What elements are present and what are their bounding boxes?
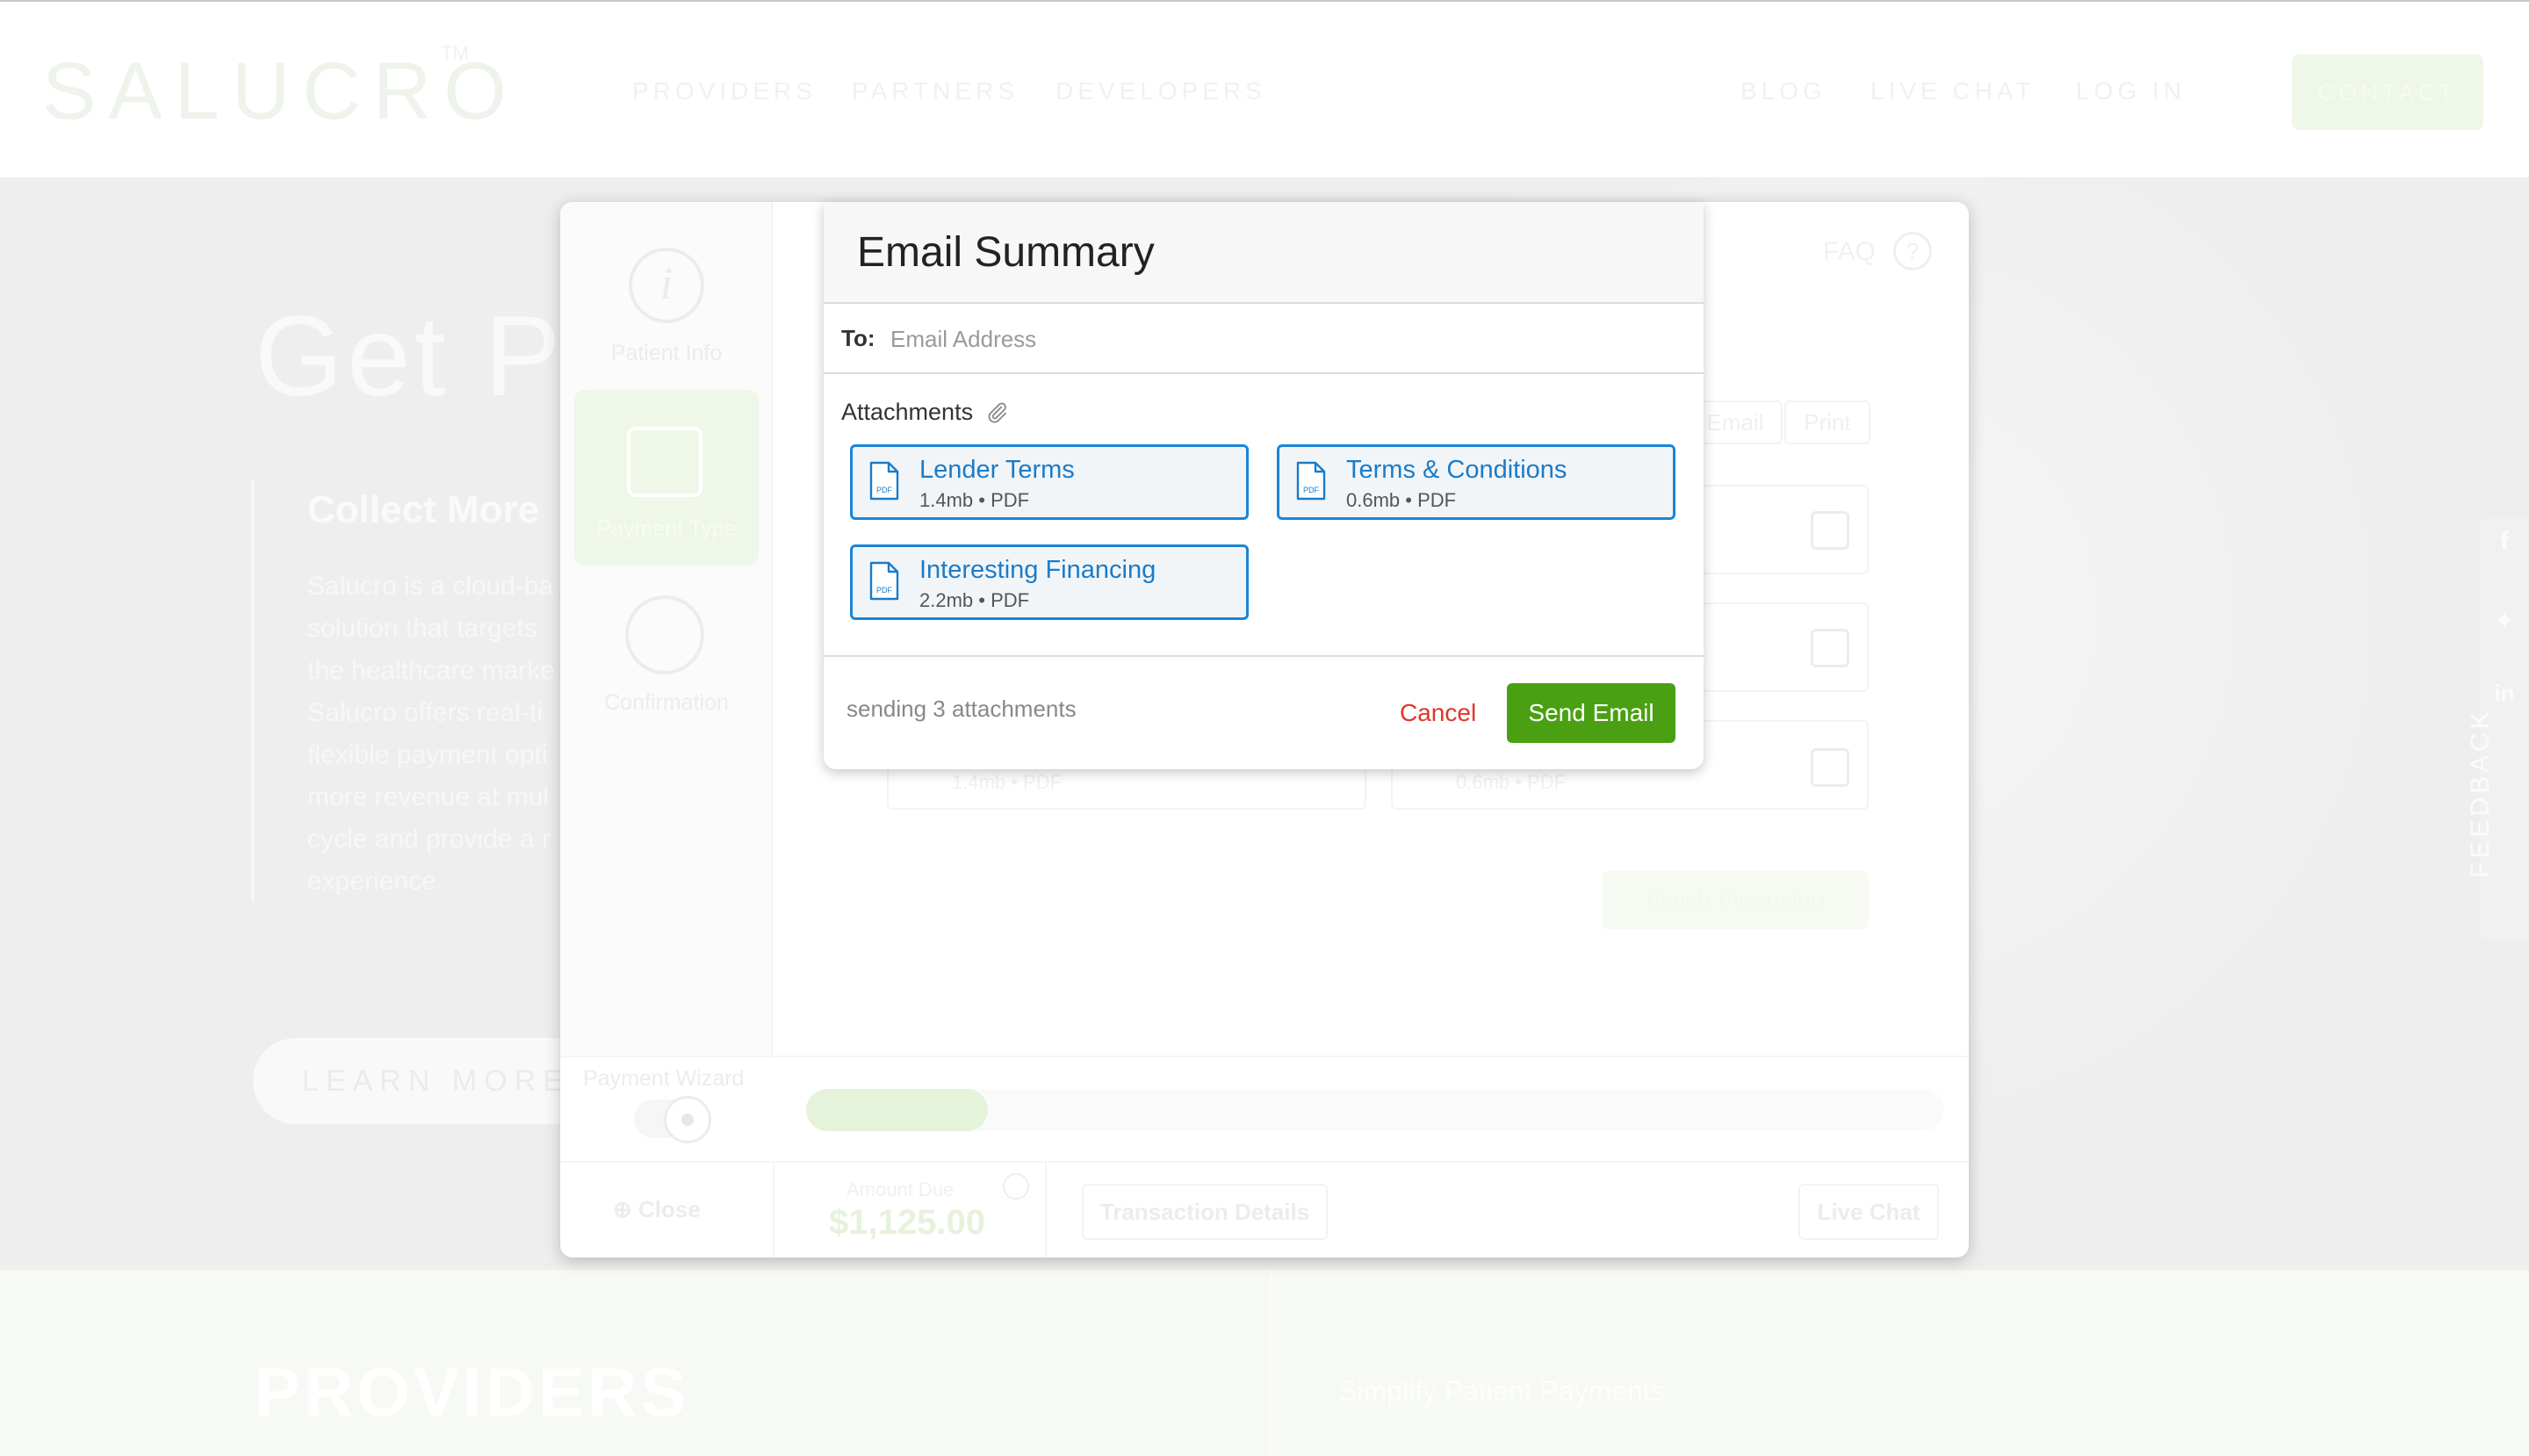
- facebook-icon[interactable]: f: [2482, 527, 2527, 557]
- payment-wizard-label: Payment Wizard: [583, 1066, 745, 1091]
- progress-fill: [806, 1089, 988, 1131]
- faq-link[interactable]: FAQ: [1823, 237, 1876, 267]
- print-button[interactable]: Print: [1784, 400, 1870, 444]
- close-label: Close: [638, 1196, 701, 1222]
- step-patient-info[interactable]: Patient Info: [560, 341, 773, 366]
- hero-subtitle: Collect More: [307, 488, 540, 531]
- nav-partners[interactable]: PARTNERS: [852, 77, 1019, 105]
- checkbox-icon[interactable]: [1811, 511, 1849, 550]
- pdf-file-icon: PDF: [869, 561, 899, 601]
- to-label: To:: [841, 325, 875, 351]
- step-payment-type[interactable]: Payment Type: [560, 516, 773, 542]
- dialog-title: Email Summary: [857, 229, 1155, 276]
- pdf-file-icon: PDF: [869, 461, 899, 501]
- attachment-meta: 2.2mb • PDF: [919, 589, 1030, 611]
- info-icon[interactable]: [1003, 1173, 1029, 1200]
- providers-divider: [1270, 1270, 1272, 1456]
- trademark-mark: TM: [441, 42, 469, 64]
- twitter-icon[interactable]: ✦: [2482, 606, 2527, 637]
- finish-financing-button[interactable]: Finish Financing: [1602, 871, 1869, 929]
- help-icon[interactable]: ?: [1893, 232, 1932, 270]
- pdf-file-icon: PDF: [1296, 461, 1326, 501]
- footer-divider: [773, 1161, 775, 1258]
- attachments-label: Attachments: [841, 399, 974, 425]
- paperclip-icon: [988, 402, 1006, 423]
- attachment-meta: 0.6mb • PDF: [1346, 489, 1457, 511]
- info-icon: i: [629, 248, 704, 323]
- email-address-input[interactable]: [882, 313, 1672, 365]
- pdf-badge: PDF: [1303, 486, 1320, 494]
- attachment-card-interesting-financing[interactable]: PDF Interesting Financing 2.2mb • PDF: [850, 544, 1249, 620]
- wizard-doc-meta: 0.6mb • PDF: [1456, 771, 1567, 793]
- send-email-button[interactable]: Send Email: [1507, 683, 1675, 743]
- wizard-doc-meta: 1.4mb • PDF: [952, 771, 1063, 793]
- sending-status: sending 3 attachments: [847, 696, 1077, 722]
- attachment-name: Terms & Conditions: [1346, 456, 1567, 484]
- providers-subtitle: Simplify Patient Payments: [1338, 1375, 1665, 1407]
- live-chat-button[interactable]: Live Chat: [1798, 1184, 1939, 1240]
- nav-log-in[interactable]: LOG IN: [2076, 77, 2186, 105]
- cancel-button[interactable]: Cancel: [1400, 699, 1476, 727]
- footer-divider: [1045, 1161, 1047, 1258]
- close-button[interactable]: ⊕ Close: [613, 1196, 701, 1223]
- email-summary-dialog: Email Summary To: Attachments PDF Lender…: [824, 202, 1704, 769]
- feedback-tab[interactable]: FEEDBACK: [2466, 708, 2496, 878]
- step-confirmation[interactable]: Confirmation: [560, 690, 773, 716]
- linkedin-icon[interactable]: in: [2482, 680, 2527, 707]
- pdf-badge: PDF: [876, 486, 893, 494]
- attachment-card-terms-conditions[interactable]: PDF Terms & Conditions 0.6mb • PDF: [1277, 444, 1675, 520]
- attachment-meta: 1.4mb • PDF: [919, 489, 1030, 511]
- attachment-name: Lender Terms: [919, 456, 1075, 484]
- nav-live-chat[interactable]: LIVE CHAT: [1870, 77, 2035, 105]
- attachment-card-lender-terms[interactable]: PDF Lender Terms 1.4mb • PDF: [850, 444, 1249, 520]
- transaction-details-button[interactable]: Transaction Details: [1082, 1184, 1328, 1240]
- nav-developers[interactable]: DEVELOPERS: [1056, 77, 1266, 105]
- pdf-badge: PDF: [876, 586, 893, 595]
- toggle-dot: [681, 1114, 694, 1126]
- amount-due-label: Amount Due: [847, 1178, 955, 1200]
- hero-description: Salucro is a cloud-ba solution that targ…: [307, 572, 555, 896]
- check-icon: [625, 595, 704, 674]
- hero-accent-bar: [251, 479, 255, 901]
- nav-providers[interactable]: PROVIDERS: [632, 77, 817, 105]
- amount-due-value: $1,125.00: [829, 1203, 985, 1242]
- checkbox-icon[interactable]: [1811, 748, 1849, 787]
- providers-title: PROVIDERS: [255, 1353, 690, 1431]
- attachment-name: Interesting Financing: [919, 556, 1156, 584]
- wallet-icon: [627, 427, 702, 497]
- contact-button[interactable]: CONTACT: [2292, 54, 2483, 130]
- checkbox-icon[interactable]: [1811, 629, 1849, 667]
- nav-blog[interactable]: BLOG: [1740, 77, 1826, 105]
